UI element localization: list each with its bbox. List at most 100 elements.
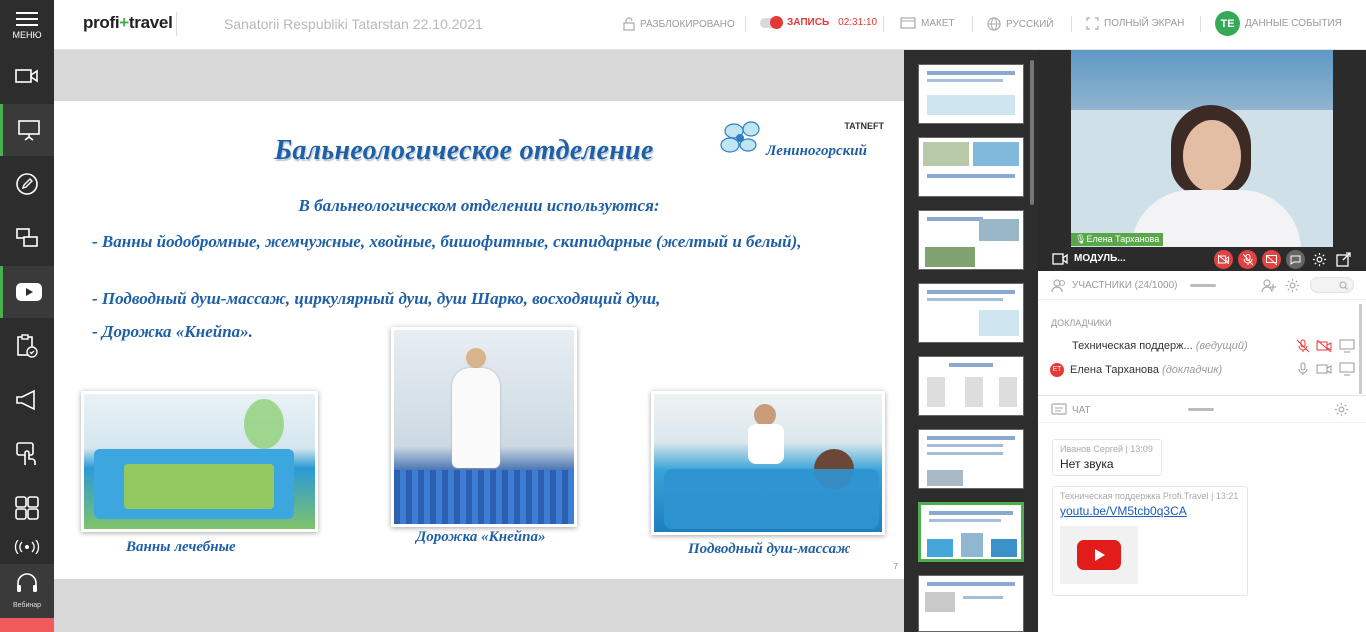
sidebar-item-draw[interactable] <box>0 158 54 210</box>
megaphone-icon <box>16 389 35 411</box>
divider <box>745 16 746 32</box>
caption: Ванны лечебные <box>126 539 236 555</box>
participant-row[interactable]: Техническая поддерж... (ведущий) <box>1072 340 1248 352</box>
thumbnail-slide[interactable] <box>918 575 1024 632</box>
search-icon <box>1339 281 1348 290</box>
fullscreen-label: ПОЛНЫЙ ЭКРАН <box>1104 18 1185 29</box>
divider <box>972 16 973 32</box>
camera-off-icon[interactable] <box>1316 339 1332 353</box>
camera-off-button[interactable] <box>1214 250 1233 269</box>
sidebar-item-youtube[interactable] <box>0 266 54 318</box>
screen-icon[interactable] <box>1339 339 1355 353</box>
sidebar-item-layout[interactable] <box>0 482 54 534</box>
sidebar-item-webinar[interactable]: Вебинар <box>0 564 54 618</box>
camera-icon[interactable] <box>1316 362 1332 376</box>
sidebar-item-tests[interactable] <box>0 320 54 372</box>
message-link[interactable]: youtu.be/VM5tcb0q3CA <box>1060 504 1240 518</box>
gear-icon[interactable] <box>1334 402 1349 417</box>
logo-text-right: travel <box>128 13 173 32</box>
participant-avatar: ET <box>1050 363 1064 377</box>
chat-header[interactable]: ЧАТ <box>1038 395 1366 423</box>
profi-travel-logo[interactable]: profi+travel <box>83 13 173 33</box>
sanatorium-logo: TATNEFT Лениногорский <box>718 115 884 165</box>
slide-bullet: - Дорожка «Кнейпа». <box>92 322 253 341</box>
thumbnail-slide[interactable] <box>918 64 1024 124</box>
sidebar-item-presentation[interactable] <box>0 104 54 156</box>
headset-icon <box>17 573 37 592</box>
mic-off-button[interactable] <box>1238 250 1257 269</box>
sidebar-item-camera[interactable] <box>0 50 54 102</box>
fullscreen-icon <box>1086 17 1099 30</box>
hamburger-icon <box>16 12 38 30</box>
sidebar-item-announce[interactable] <box>0 374 54 426</box>
add-user-icon[interactable] <box>1261 278 1277 294</box>
participants-search-input[interactable] <box>1310 277 1354 293</box>
thumbnail-slide[interactable] <box>918 283 1024 343</box>
popout-icon <box>1336 252 1351 267</box>
layout-label: МАКЕТ <box>921 17 955 29</box>
thumbnail-slide[interactable] <box>918 210 1024 270</box>
user-avatar: TE <box>1215 11 1240 36</box>
layout-icon <box>900 17 916 29</box>
participant-row[interactable]: ET Елена Тарханова (докладчик) <box>1050 363 1222 377</box>
chat-messages: Иванов Сергей | 13:09 Нет звука Техничес… <box>1038 423 1366 632</box>
pen-icon <box>16 173 38 195</box>
video-settings-button[interactable] <box>1310 250 1329 269</box>
gear-icon[interactable] <box>1285 278 1300 293</box>
participant-role: (докладчик) <box>1162 363 1223 376</box>
screen-off-button[interactable] <box>1262 250 1281 269</box>
thumbnail-slide[interactable] <box>918 137 1024 197</box>
thumbnails-scrollbar[interactable] <box>1030 60 1034 205</box>
caption: Дорожка «Кнейпа» <box>416 529 546 545</box>
slide-bullet: - Подводный душ-массаж, циркулярный душ,… <box>92 289 661 308</box>
chat-title: ЧАТ <box>1072 405 1091 416</box>
screen-icon[interactable] <box>1339 362 1355 376</box>
sidebar-item-interact[interactable] <box>0 428 54 480</box>
slide-thumbnails <box>904 50 1038 632</box>
divider <box>883 16 884 32</box>
collapse-handle[interactable] <box>1190 284 1216 287</box>
chat-message: Иванов Сергей | 13:09 Нет звука <box>1052 439 1162 476</box>
sidebar-item-broadcast[interactable] <box>0 530 54 564</box>
module-label: МОДУЛЬ... <box>1074 253 1126 264</box>
chat-bubble-icon <box>1290 255 1301 265</box>
presentation-icon <box>17 120 40 141</box>
unlock-button[interactable]: РАЗБЛОКИРОВАНО <box>623 17 735 31</box>
chat-bubble-button[interactable] <box>1286 250 1305 269</box>
sidebar-item-screen-share[interactable] <box>0 212 54 264</box>
video-popout-button[interactable] <box>1334 250 1353 269</box>
collapse-handle[interactable] <box>1188 408 1214 411</box>
participant-role: (ведущий) <box>1195 340 1248 352</box>
participants-header[interactable]: УЧАСТНИКИ (24/1000) <box>1038 272 1366 300</box>
youtube-preview[interactable] <box>1060 526 1138 584</box>
menu-button[interactable]: МЕНЮ <box>0 0 54 50</box>
divider <box>1071 16 1072 32</box>
message-text: Нет звука <box>1060 457 1114 471</box>
language-button[interactable]: РУССКИЙ <box>987 17 1053 31</box>
thumbnail-slide[interactable] <box>918 356 1024 416</box>
thumbnail-slide[interactable] <box>918 429 1024 489</box>
divider <box>1200 16 1201 32</box>
event-data-button[interactable]: TE ДАННЫЕ СОБЫТИЯ <box>1215 11 1342 36</box>
mic-icon: 🎙 <box>1075 234 1087 244</box>
record-label: ЗАПИСЬ <box>787 17 830 28</box>
mic-icon[interactable] <box>1296 362 1310 376</box>
message-author: Техническая поддержка Profi.Travel <box>1060 491 1209 501</box>
clipboard-check-icon <box>17 334 38 358</box>
mic-off-icon[interactable] <box>1296 339 1310 353</box>
chat-message: Техническая поддержка Profi.Travel | 13:… <box>1052 486 1248 596</box>
participants-scrollbar[interactable] <box>1359 304 1362 394</box>
video-controls: МОДУЛЬ... <box>1038 247 1366 271</box>
thumbnail-slide-active[interactable] <box>918 502 1024 562</box>
fullscreen-button[interactable]: ПОЛНЫЙ ЭКРАН <box>1086 17 1184 30</box>
speaker-video: 🎙Елена Тарханова <box>1038 50 1366 247</box>
touch-icon <box>16 442 36 465</box>
screen-off-icon <box>1266 254 1277 265</box>
participant-controls <box>1296 362 1355 379</box>
record-toggle[interactable] <box>760 15 783 29</box>
layout-button[interactable]: МАКЕТ <box>900 17 955 29</box>
video-module-icon <box>1052 253 1068 265</box>
youtube-icon <box>15 283 42 301</box>
record-control[interactable]: ЗАПИСЬ 02:31:10 <box>760 15 877 29</box>
caption: Подводный душ-массаж <box>688 541 851 557</box>
